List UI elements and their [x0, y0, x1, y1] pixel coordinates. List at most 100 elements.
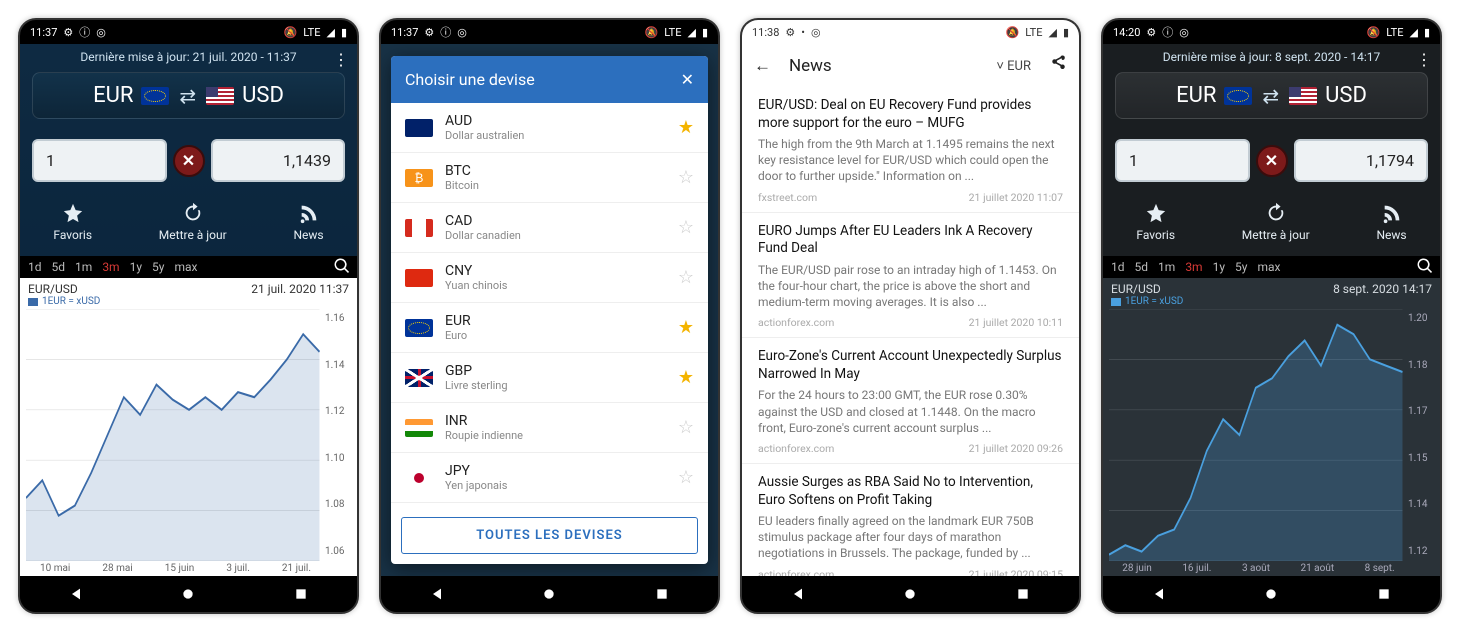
range-3m[interactable]: 3m	[102, 260, 119, 274]
globe-icon: ◎	[811, 26, 821, 39]
home-icon[interactable]	[180, 586, 196, 602]
currency-name: Livre sterling	[445, 379, 666, 392]
close-icon[interactable]: ✕	[681, 70, 694, 89]
amount-input[interactable]: 1	[1115, 139, 1250, 182]
mute-icon: 🔕	[284, 26, 298, 39]
article-date: 21 juillet 2020 10:11	[969, 316, 1063, 329]
currency-info: JPYYen japonais	[445, 463, 666, 492]
favorite-star-icon[interactable]: ★	[678, 117, 694, 138]
recent-icon[interactable]	[654, 586, 670, 602]
range-1d[interactable]: 1d	[1111, 260, 1125, 274]
favorite-star-icon[interactable]: ★	[678, 367, 694, 388]
range-5d[interactable]: 5d	[1135, 260, 1149, 274]
share-icon[interactable]	[1049, 54, 1067, 77]
legend-swatch	[28, 298, 38, 306]
refresh-button[interactable]: Mettre à jour	[1242, 202, 1310, 242]
currency-info: CNYYuan chinois	[445, 263, 666, 292]
result-output[interactable]: 1,1439	[211, 139, 346, 182]
chart-title: EUR/USD	[1111, 282, 1161, 296]
clear-button[interactable]: ✕	[1256, 145, 1288, 177]
news-article[interactable]: EUR/USD: Deal on EU Recovery Fund provid…	[742, 87, 1079, 213]
currency-row-cny[interactable]: CNYYuan chinois ☆	[391, 253, 708, 303]
currency-row-aud[interactable]: AUDDollar australien★	[391, 103, 708, 153]
to-currency[interactable]: USD	[1289, 83, 1367, 108]
home-icon[interactable]	[541, 586, 557, 602]
news-button[interactable]: News	[293, 202, 323, 242]
news-list[interactable]: EUR/USD: Deal on EU Recovery Fund provid…	[742, 87, 1079, 576]
back-icon[interactable]	[790, 586, 806, 602]
currency-name: Bitcoin	[445, 179, 666, 192]
favorite-star-icon[interactable]: ☆	[678, 417, 694, 438]
currency-row-cad[interactable]: CADDollar canadien☆	[391, 203, 708, 253]
range-max[interactable]: max	[174, 260, 197, 274]
back-arrow-icon[interactable]: ←	[754, 56, 771, 76]
clear-button[interactable]: ✕	[173, 145, 205, 177]
favorites-button[interactable]: Favoris	[53, 202, 92, 242]
close-icon: ✕	[1265, 151, 1278, 170]
action-row: Favoris Mettre à jour News	[20, 192, 357, 256]
currency-row-btc[interactable]: ₿BTCBitcoin☆	[391, 153, 708, 203]
favorites-button[interactable]: Favoris	[1136, 202, 1175, 242]
currency-row-jpy[interactable]: JPYYen japonais ☆	[391, 453, 708, 503]
range-5y[interactable]: 5y	[1235, 260, 1247, 274]
search-icon[interactable]	[1416, 257, 1434, 278]
range-max[interactable]: max	[1257, 260, 1280, 274]
news-article[interactable]: Euro-Zone's Current Account Unexpectedly…	[742, 338, 1079, 464]
search-icon[interactable]	[333, 257, 351, 278]
overflow-icon[interactable]: ⋮	[333, 50, 349, 69]
range-1m[interactable]: 1m	[1158, 260, 1175, 274]
amount-input[interactable]: 1	[32, 139, 167, 182]
back-icon[interactable]	[68, 586, 84, 602]
from-currency[interactable]: EUR	[1176, 83, 1252, 108]
back-icon[interactable]	[1151, 586, 1167, 602]
refresh-label: Mettre à jour	[159, 228, 227, 242]
news-article[interactable]: EURO Jumps After EU Leaders Ink A Recove…	[742, 213, 1079, 339]
range-1d[interactable]: 1d	[28, 260, 42, 274]
legend-text: 1EUR = xUSD	[1125, 296, 1183, 307]
swap-icon[interactable]: ⇄	[179, 84, 196, 108]
currency-list[interactable]: AUDDollar australien★₿BTCBitcoin☆CADDoll…	[391, 103, 708, 509]
chart-1[interactable]: 1.161.141.121.101.081.06	[26, 309, 357, 561]
currency-code: EUR	[445, 313, 666, 329]
from-currency[interactable]: EUR	[93, 83, 169, 108]
article-source: actionforex.com	[758, 316, 834, 329]
home-icon[interactable]	[1263, 586, 1279, 602]
all-currencies-button[interactable]: TOUTES LES DEVISES	[401, 517, 698, 554]
range-3m[interactable]: 3m	[1185, 260, 1202, 274]
range-1y[interactable]: 1y	[1213, 260, 1225, 274]
range-1m[interactable]: 1m	[75, 260, 92, 274]
mute-icon: 🔕	[645, 26, 659, 39]
recent-icon[interactable]	[1015, 586, 1031, 602]
range-1y[interactable]: 1y	[130, 260, 142, 274]
to-currency[interactable]: USD	[206, 83, 284, 108]
range-5d[interactable]: 5d	[52, 260, 66, 274]
result-output[interactable]: 1,1794	[1294, 139, 1429, 182]
currency-row-gbp[interactable]: GBPLivre sterling★	[391, 353, 708, 403]
chart-2[interactable]: 1.201.181.171.151.141.12	[1109, 309, 1440, 561]
recent-icon[interactable]	[293, 586, 309, 602]
currency-info: EUREuro	[445, 313, 666, 342]
currency-row-eur[interactable]: EUREuro ★	[391, 303, 708, 353]
favorite-star-icon[interactable]: ☆	[678, 467, 694, 488]
news-article[interactable]: Aussie Surges as RBA Said No to Interven…	[742, 464, 1079, 576]
favorite-star-icon[interactable]: ☆	[678, 267, 694, 288]
y-axis-labels: 1.161.141.121.101.081.06	[323, 309, 357, 561]
currency-row-inr[interactable]: INRRoupie indienne☆	[391, 403, 708, 453]
refresh-button[interactable]: Mettre à jour	[159, 202, 227, 242]
range-5y[interactable]: 5y	[152, 260, 164, 274]
home-icon[interactable]	[902, 586, 918, 602]
favorite-star-icon[interactable]: ☆	[678, 167, 694, 188]
screenshot-1: 11:37⚙ⓘ◎ 🔕LTE◢▮ Dernière mise à jour: 21…	[18, 18, 359, 614]
recent-icon[interactable]	[1376, 586, 1392, 602]
swap-icon[interactable]: ⇄	[1262, 84, 1279, 108]
favorite-star-icon[interactable]: ☆	[678, 217, 694, 238]
favorite-star-icon[interactable]: ★	[678, 317, 694, 338]
news-button[interactable]: News	[1376, 202, 1406, 242]
overflow-icon[interactable]: ⋮	[1416, 50, 1432, 69]
android-navbar	[381, 576, 718, 612]
dialog-backdrop[interactable]: Choisir une devise ✕ AUDDollar australie…	[381, 44, 718, 576]
currency-selector[interactable]: ˅ EUR	[996, 58, 1031, 74]
back-icon[interactable]	[429, 586, 445, 602]
in-flag-icon	[405, 419, 433, 437]
currency-code: CAD	[445, 213, 666, 229]
